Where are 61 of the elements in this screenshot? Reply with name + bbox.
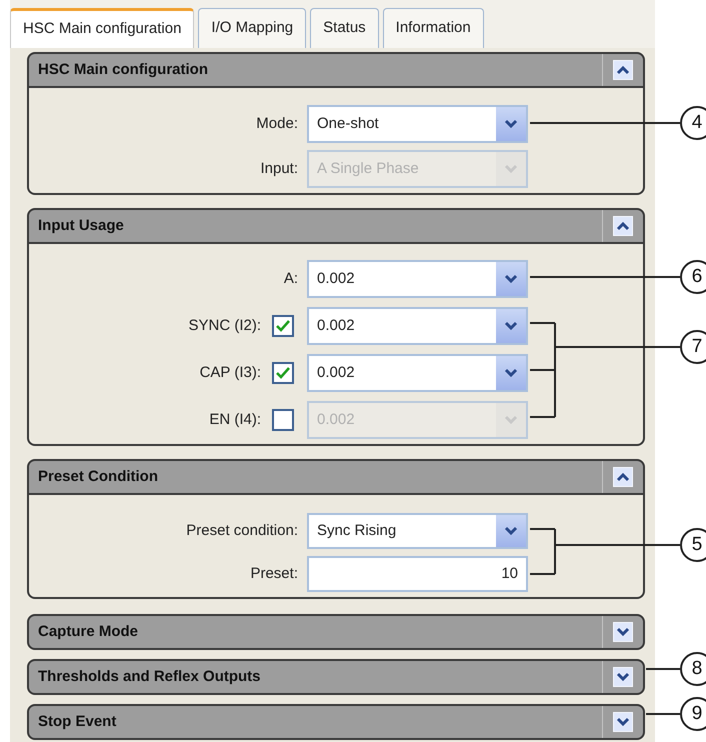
toggle-button[interactable] bbox=[613, 216, 633, 236]
checkbox[interactable] bbox=[272, 362, 294, 384]
dropdown-field[interactable]: 0.002 bbox=[307, 307, 528, 345]
section-title: Preset Condition bbox=[37, 466, 160, 487]
toggle-button[interactable] bbox=[613, 622, 633, 642]
callout-number: 8 bbox=[680, 652, 706, 686]
chevron-down-icon bbox=[504, 119, 518, 129]
toggle-button[interactable] bbox=[613, 667, 633, 687]
chevron-up-icon bbox=[616, 65, 630, 75]
chevron-down-icon bbox=[504, 526, 518, 536]
callout-number: 7 bbox=[680, 330, 706, 364]
section-title: HSC Main configuration bbox=[37, 60, 209, 80]
section-header[interactable]: Preset Condition bbox=[27, 459, 645, 495]
section-header[interactable]: Stop Event bbox=[27, 704, 645, 740]
chevron-down-icon bbox=[504, 321, 518, 331]
section-title: Input Usage bbox=[37, 216, 125, 236]
field-label: Preset: bbox=[250, 564, 298, 584]
section-header[interactable]: Thresholds and Reflex Outputs bbox=[27, 659, 645, 695]
chevron-down-icon bbox=[616, 672, 630, 682]
field-label: EN (I4): bbox=[209, 410, 261, 430]
section-title: Stop Event bbox=[37, 712, 118, 732]
tab[interactable]: I/O Mapping bbox=[198, 8, 306, 48]
tab[interactable]: Information bbox=[382, 8, 484, 48]
section-header[interactable]: Input Usage bbox=[27, 208, 645, 244]
field-label: SYNC (I2): bbox=[188, 316, 261, 336]
checkbox[interactable] bbox=[272, 315, 294, 337]
dropdown-field[interactable]: One-shot bbox=[307, 105, 528, 143]
checkmark-icon bbox=[276, 320, 290, 332]
field-label: Preset condition: bbox=[186, 520, 298, 541]
chevron-down-icon bbox=[504, 415, 518, 425]
number-field[interactable]: 10 bbox=[307, 556, 528, 592]
section-title: Capture Mode bbox=[37, 622, 140, 642]
chevron-down-icon bbox=[616, 627, 630, 637]
dropdown-field[interactable]: Sync Rising bbox=[307, 513, 528, 549]
field-label: Input: bbox=[260, 158, 298, 179]
chevron-down-icon bbox=[616, 717, 630, 727]
tab[interactable]: Status bbox=[310, 8, 379, 48]
callout-number: 4 bbox=[680, 106, 706, 140]
chevron-up-icon bbox=[616, 472, 630, 482]
toggle-button[interactable] bbox=[613, 467, 633, 487]
section-header[interactable]: Capture Mode bbox=[27, 614, 645, 650]
callout-number: 6 bbox=[680, 260, 706, 294]
field-label: A: bbox=[284, 268, 298, 289]
chevron-down-icon bbox=[504, 164, 518, 174]
section-header[interactable]: HSC Main configuration bbox=[27, 52, 645, 88]
leader-line bbox=[646, 668, 680, 670]
callout-number: 9 bbox=[680, 697, 706, 731]
callout-number: 5 bbox=[680, 528, 706, 562]
tab[interactable]: HSC Main configuration bbox=[10, 8, 194, 48]
toggle-button[interactable] bbox=[613, 60, 633, 80]
section-title: Thresholds and Reflex Outputs bbox=[37, 666, 262, 687]
dropdown-field[interactable]: 0.002 bbox=[307, 354, 528, 392]
field-label: Mode: bbox=[256, 114, 298, 134]
toggle-button[interactable] bbox=[613, 712, 633, 732]
chevron-down-icon bbox=[504, 368, 518, 378]
chevron-up-icon bbox=[616, 221, 630, 231]
dropdown-field[interactable]: 0.002 bbox=[307, 260, 528, 298]
checkmark-icon bbox=[276, 367, 290, 379]
field-label: CAP (I3): bbox=[200, 362, 261, 383]
leader-line bbox=[646, 713, 680, 715]
chevron-down-icon bbox=[504, 274, 518, 284]
